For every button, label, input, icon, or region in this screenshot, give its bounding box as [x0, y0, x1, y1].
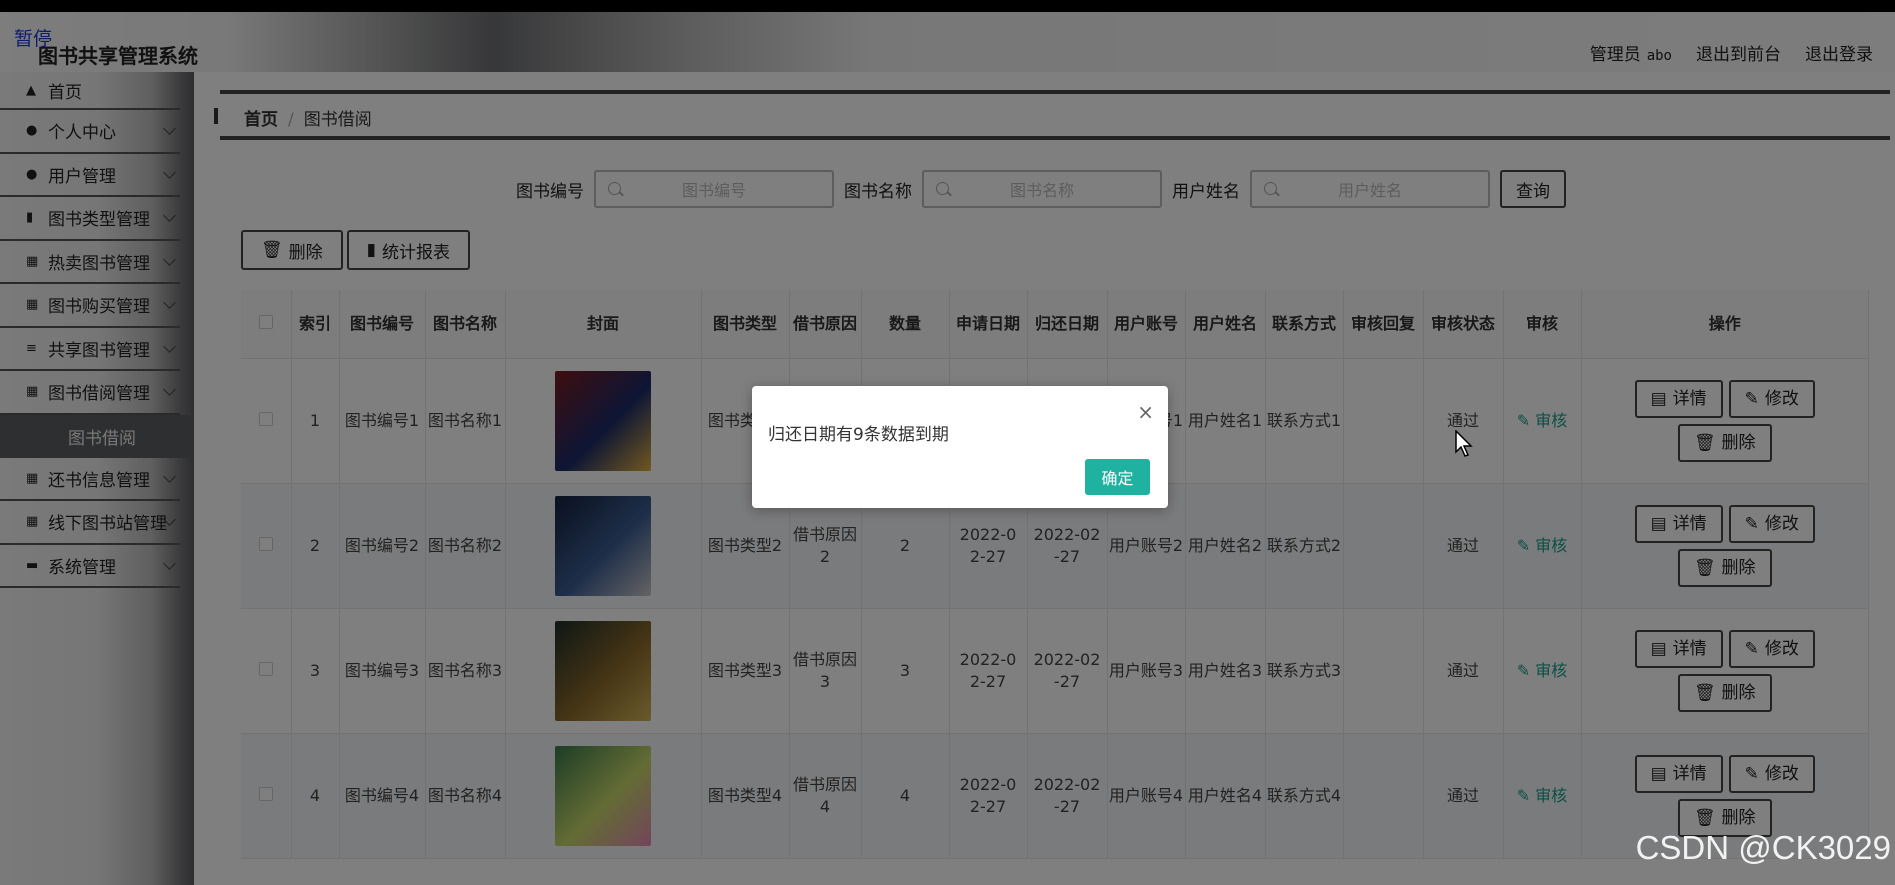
alert-message: 归还日期有9条数据到期 [768, 425, 949, 445]
app-window: 暂停 图书共享管理系统 管理员abo 退出到前台 退出登录 ▲ 首页 ● 个人中… [0, 0, 1895, 885]
close-icon[interactable]: × [1137, 400, 1154, 424]
watermark: CSDN @CK3029 [1635, 829, 1891, 866]
confirm-button[interactable]: 确定 [1085, 459, 1150, 495]
alert-dialog: × 归还日期有9条数据到期 确定 [752, 386, 1168, 508]
mouse-cursor-icon [1455, 430, 1473, 457]
